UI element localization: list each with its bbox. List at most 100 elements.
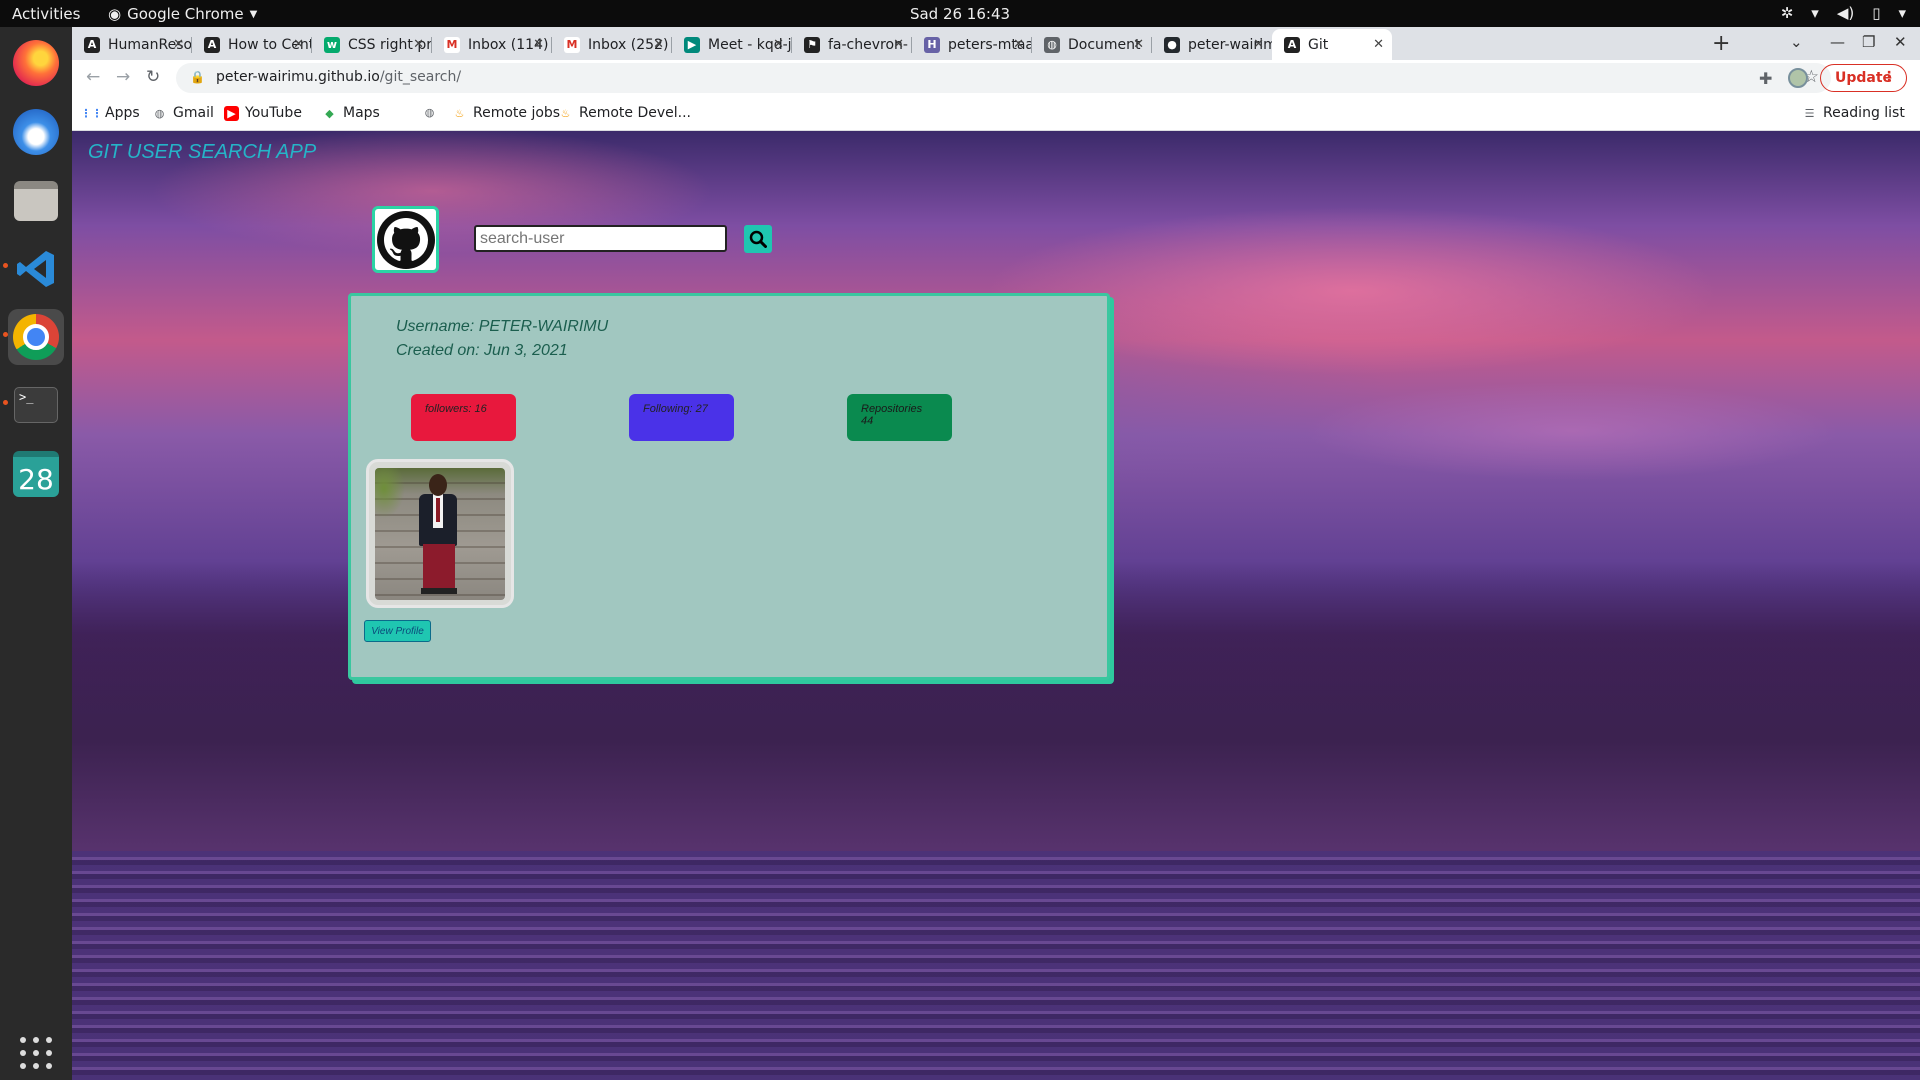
system-menu-caret-icon[interactable]: ▾ — [1898, 4, 1906, 22]
remote-icon: ♨ — [560, 106, 571, 120]
calendar-icon: 28 — [13, 451, 59, 497]
dock-files[interactable] — [8, 173, 64, 229]
wifi-icon[interactable]: ▾ — [1811, 4, 1819, 22]
search-icon — [749, 230, 767, 248]
close-tab-icon[interactable]: ✕ — [653, 37, 664, 52]
angular-icon: A — [84, 36, 100, 53]
browser-tab[interactable]: M Inbox (252) ✕ — [552, 29, 672, 60]
browser-tab[interactable]: M Inbox (114) ✕ — [432, 29, 552, 60]
globe-icon: ◍ — [1044, 36, 1060, 53]
close-tab-icon[interactable]: ✕ — [1133, 37, 1144, 52]
thunderbird-icon — [13, 109, 59, 155]
github-logo — [372, 206, 439, 273]
search-button[interactable] — [744, 225, 772, 253]
bookmark-item[interactable]: ◆ Maps — [322, 105, 380, 121]
browser-tab[interactable]: A Git ✕ — [1272, 29, 1392, 60]
bookmark-item[interactable]: ♨ Remote jobs — [452, 105, 561, 121]
address-bar[interactable]: 🔒 peter-wairimu.github.io/git_search/ ☆ — [176, 63, 1831, 93]
url-host: peter-wairimu.github.io — [216, 69, 380, 85]
dock-thunderbird[interactable] — [8, 104, 64, 160]
extensions-icon[interactable]: ✚ — [1759, 69, 1772, 88]
app-name: Google Chrome — [127, 5, 244, 23]
bookmark-item[interactable]: ◍ — [422, 105, 437, 120]
username: Username: PETER-WAIRIMU — [396, 318, 609, 335]
repositories-label: Repositories — [861, 403, 923, 415]
reading-list-button[interactable]: ☰ Reading list — [1802, 105, 1905, 121]
heroku-icon: H — [924, 36, 940, 53]
close-tab-icon[interactable]: ✕ — [1253, 37, 1264, 52]
close-tab-icon[interactable]: ✕ — [293, 37, 304, 52]
maps-icon: ◆ — [325, 106, 334, 120]
background-lake — [72, 851, 1920, 1080]
dock-calendar[interactable]: 28 — [8, 446, 64, 502]
close-tab-icon[interactable]: ✕ — [1013, 37, 1024, 52]
files-icon — [14, 181, 58, 221]
followers-badge: followers: 16 — [411, 394, 516, 441]
restore-icon[interactable]: ❐ — [1862, 33, 1875, 51]
system-tray[interactable]: ✲ ▾ ◀) ▯ ▾ — [1781, 4, 1906, 22]
more-vert-icon[interactable]: ⋮ — [1882, 69, 1896, 85]
forward-icon[interactable]: → — [116, 67, 130, 87]
update-button[interactable]: Update ⋮ — [1820, 64, 1907, 92]
close-tab-icon[interactable]: ✕ — [893, 37, 904, 52]
bookmark-item[interactable]: ♨ Remote Devel... — [558, 105, 691, 121]
tab-strip: A HumanResou ✕ A How to Cent ✕ w CSS right pr ✕ M… — [72, 27, 1920, 60]
browser-tab[interactable]: ◍ Document ✕ — [1032, 29, 1152, 60]
network-status-icon[interactable]: ✲ — [1781, 4, 1794, 22]
terminal-icon: >_ — [14, 387, 58, 423]
avatar-photo — [375, 468, 505, 600]
bookmark-label: Maps — [343, 105, 380, 121]
profile-avatar[interactable] — [1788, 68, 1808, 88]
gmail-icon: M — [564, 36, 580, 53]
youtube-icon: ▶ — [224, 105, 239, 121]
bookmark-item[interactable]: ◍ Gmail — [152, 105, 214, 121]
activities-button[interactable]: Activities — [12, 5, 80, 23]
bookmark-label: Apps — [105, 105, 140, 121]
dock-chrome[interactable] — [8, 309, 64, 365]
dock-terminal[interactable]: >_ — [8, 377, 64, 433]
chrome-small-icon: ◉ — [108, 5, 122, 23]
firefox-icon — [13, 40, 59, 86]
browser-tab[interactable]: ▶ Meet - kqd-jj ✕ — [672, 29, 792, 60]
minimize-icon[interactable]: — — [1830, 33, 1845, 51]
close-window-icon[interactable]: ✕ — [1894, 33, 1907, 51]
browser-tab[interactable]: A HumanResou ✕ — [72, 29, 192, 60]
browser-tab[interactable]: A How to Cent ✕ — [192, 29, 312, 60]
remote-icon: ♨ — [454, 106, 465, 120]
clock[interactable]: Sad 26 16:43 — [0, 5, 1920, 23]
dock-vscode[interactable] — [8, 241, 64, 297]
caret-down-icon: ▼ — [249, 8, 258, 20]
new-tab-button[interactable]: + — [1712, 31, 1730, 56]
reload-icon[interactable]: ↻ — [146, 67, 160, 87]
bookmark-item[interactable]: ⋮⋮ Apps — [80, 105, 140, 121]
apps-grid-icon: ⋮⋮ — [80, 106, 103, 120]
app-menu[interactable]: ◉ Google Chrome ▼ — [108, 5, 257, 23]
browser-toolbar: ← → ↻ 🔒 peter-wairimu.github.io/git_sear… — [72, 60, 1920, 97]
browser-tab[interactable]: ● peter-wairim ✕ — [1152, 29, 1272, 60]
search-input[interactable] — [474, 225, 727, 252]
dock-firefox[interactable] — [8, 35, 64, 91]
url-text[interactable]: peter-wairimu.github.io/git_search/ — [216, 69, 461, 85]
close-tab-icon[interactable]: ✕ — [173, 37, 184, 52]
globe-icon: ◍ — [424, 106, 435, 119]
url-path: /git_search/ — [379, 69, 462, 85]
show-apps-icon[interactable] — [20, 1037, 52, 1069]
user-card: Username: PETER-WAIRIMU Created on: Jun … — [348, 293, 1110, 680]
view-profile-button[interactable]: View Profile — [364, 620, 431, 642]
close-tab-icon[interactable]: ✕ — [1373, 37, 1384, 52]
meet-icon: ▶ — [684, 36, 700, 53]
close-tab-icon[interactable]: ✕ — [413, 37, 424, 52]
battery-icon[interactable]: ▯ — [1872, 4, 1880, 22]
close-tab-icon[interactable]: ✕ — [773, 37, 784, 52]
github-icon: ● — [1164, 36, 1180, 53]
browser-tab[interactable]: w CSS right pr ✕ — [312, 29, 432, 60]
bookmark-item[interactable]: ▶ YouTube — [224, 105, 302, 121]
browser-tab[interactable]: Hpeters-mtaa ✕ — [912, 29, 1032, 60]
back-icon[interactable]: ← — [86, 67, 100, 87]
lock-icon[interactable]: 🔒 — [190, 70, 205, 84]
tab-search-icon[interactable]: ⌄ — [1790, 33, 1803, 51]
browser-tab[interactable]: ⚑ fa-chevron- ✕ — [792, 29, 912, 60]
close-tab-icon[interactable]: ✕ — [533, 37, 544, 52]
volume-icon[interactable]: ◀) — [1837, 4, 1854, 22]
repositories-badge: Repositories 44 — [847, 394, 952, 441]
